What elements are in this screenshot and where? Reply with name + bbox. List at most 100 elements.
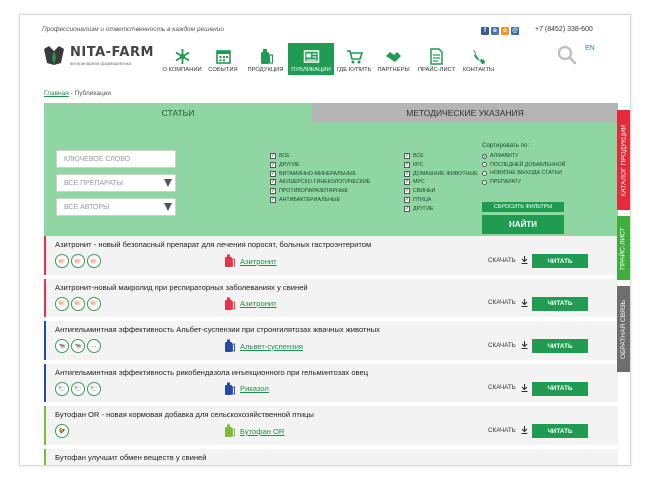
drug-group-checkbox[interactable]: ✓ ПРОТИВОПАРАЗИТАРНЫЕ <box>270 188 370 196</box>
download-label: СКАЧАТЬ <box>488 384 516 391</box>
nav-item-cart[interactable]: ГДЕ КУПИТЬ <box>334 43 374 75</box>
animal-checkbox-label: МРС <box>413 179 425 186</box>
find-button[interactable]: НАЙТИ <box>482 215 564 234</box>
download-icon <box>521 426 528 434</box>
nav-item-label: О КОМПАНИИ <box>162 67 202 73</box>
mail-icon[interactable]: @ <box>511 27 519 35</box>
drug-group-checkbox-label: ВСЕ <box>279 152 290 159</box>
animal-checkbox[interactable]: ✓ МРС <box>404 179 478 187</box>
drugs-select[interactable]: ВСЕ ПРЕПАРАТЫ <box>56 174 176 192</box>
tab-articles[interactable]: СТАТЬИ <box>44 103 312 122</box>
language-switch[interactable]: EN <box>585 45 595 52</box>
read-button[interactable]: ЧИТАТЬ <box>532 381 588 396</box>
drug-group-checkbox[interactable]: ✓ ВСЕ <box>270 152 370 160</box>
download-button[interactable]: СКАЧАТЬ <box>488 383 528 392</box>
animal-checkbox[interactable]: ✓ ДРУГИЕ <box>404 205 478 213</box>
product-name[interactable]: Бутофан OR <box>240 427 284 436</box>
read-button[interactable]: ЧИТАТЬ <box>532 296 588 311</box>
download-button[interactable]: СКАЧАТЬ <box>488 341 528 349</box>
keyword-input[interactable]: КЛЮЧЕВОЕ СЛОВО <box>56 150 176 168</box>
animal-checkbox[interactable]: ✓ ДОМАШНИЕ ЖИВОТНЫЕ <box>404 170 478 178</box>
read-button[interactable]: ЧИТАТЬ <box>532 424 588 438</box>
nav-item-bottle[interactable]: ПРОДУКЦИЯ <box>243 43 288 75</box>
odnoklassniki-icon[interactable]: о <box>501 27 509 35</box>
product-name[interactable]: Риказол <box>240 384 269 393</box>
product-link[interactable]: Альвет-суспензия <box>224 339 303 353</box>
facebook-icon[interactable]: f <box>481 27 489 35</box>
publication-title[interactable]: Азитронит-новый макролид при респираторн… <box>55 283 308 292</box>
animal-checkbox[interactable]: ✓ ПТИЦА <box>404 196 478 204</box>
product-bottle-icon <box>225 254 235 267</box>
reset-filters-button[interactable]: СБРОСИТЬ ФИЛЬТРЫ <box>482 202 564 212</box>
logo[interactable]: NITA-FARM ветеринарная фармацевтика <box>42 43 154 67</box>
tab-guidelines[interactable]: МЕТОДИЧЕСКИЕ УКАЗАНИЯ <box>312 103 618 122</box>
product-name[interactable]: Альвет-суспензия <box>240 342 303 351</box>
checkbox-icon: ✓ <box>404 197 410 204</box>
publication-row: Азитронит-новый макролид при респираторн… <box>44 278 618 317</box>
product-name[interactable]: Азитронит <box>240 257 277 266</box>
animal-checkbox-label: ДРУГИЕ <box>413 206 434 213</box>
download-label: СКАЧАТЬ <box>488 341 516 349</box>
social-links: f в о @ <box>481 27 519 35</box>
animal-checkbox-label: КРС <box>413 161 424 168</box>
nav-item-document[interactable]: ПРАЙС-ЛИСТ <box>413 43 460 75</box>
nav-item-calendar[interactable]: СОБЫТИЯ <box>203 43 243 75</box>
animal-checkbox[interactable]: ✓ ВСЕ <box>404 152 478 160</box>
sort-radio-label: НОВИЗНЕ ВЫХОДА СТАТЬИ <box>490 170 562 177</box>
search-icon[interactable] <box>557 45 577 65</box>
product-name[interactable]: Азитронит <box>240 299 277 308</box>
animal-checkbox[interactable]: ✓ СВИНЬИ <box>404 188 478 196</box>
drug-group-checkbox[interactable]: ✓ ВИТАМИННО-МИНЕРАЛЬНЫЕ <box>270 170 370 178</box>
sheep-icon: 🐑 <box>87 381 101 396</box>
download-label: СКАЧАТЬ <box>488 426 516 434</box>
side-tab[interactable]: ОБРАТНАЯ СВЯЗЬ <box>617 286 630 372</box>
publication-title[interactable]: Антигельминтная эффективность Альбет-сус… <box>55 325 380 334</box>
nav-item-phone[interactable]: КОНТАКТЫ <box>460 43 497 75</box>
drug-group-checkbox-label: АНТИБАКТЕРИАЛЬНЫЕ <box>279 197 341 204</box>
pig-icon: 🐖 <box>71 296 85 311</box>
animal-icons: 🐖 🐖 🐖 <box>55 254 101 268</box>
publication-title[interactable]: Бутофан OR - новая кормовая добавка для … <box>55 410 314 419</box>
product-link[interactable]: Риказол <box>224 382 269 396</box>
drug-group-checkbox[interactable]: ✓ АКУШЕРСКО-ГИНЕКОЛОГИЧЕСКИЕ <box>270 179 370 187</box>
drug-group-checkbox-label: ПРОТИВОПАРАЗИТАРНЫЕ <box>279 188 349 195</box>
publication-title[interactable]: Бутофан улучшит обмен веществ у свиней <box>55 453 207 462</box>
publication-title[interactable]: Азитронит - новый безопасный препарат дл… <box>55 240 371 249</box>
product-bottle-icon <box>225 297 235 310</box>
animal-icons: 🐑 🐑 🐑 <box>55 381 101 396</box>
publication-tabs: СТАТЬИ МЕТОДИЧЕСКИЕ УКАЗАНИЯ <box>44 103 618 122</box>
animal-checkbox[interactable]: ✓ КРС <box>404 161 478 169</box>
product-bottle-icon <box>225 382 235 395</box>
checkbox-icon: ✓ <box>270 188 276 195</box>
bottle-icon <box>261 49 274 64</box>
nav-item-label: ПАРТНЕРЫ <box>377 67 410 73</box>
download-button[interactable]: СКАЧАТЬ <box>488 256 528 264</box>
drug-group-checkbox[interactable]: ✓ ДРУГИЕ <box>270 161 370 169</box>
publication-title[interactable]: Антигельминтная эффективность рикобендаз… <box>55 368 368 377</box>
product-link[interactable]: Азитронит <box>224 297 277 311</box>
sheep-icon: 🐑 <box>55 381 69 396</box>
nav-item-handshake[interactable]: ПАРТНЕРЫ <box>374 43 413 75</box>
product-link[interactable]: Азитронит <box>224 254 277 268</box>
download-button[interactable]: СКАЧАТЬ <box>488 298 528 307</box>
nav-item-newspaper[interactable]: ПУБЛИКАЦИИ <box>288 43 334 75</box>
side-tab[interactable]: ПРАЙС-ЛИСТ <box>617 216 630 280</box>
sort-radio[interactable]: ПРЕПАРАТУ <box>482 178 565 187</box>
sort-radio[interactable]: НОВИЗНЕ ВЫХОДА СТАТЬИ <box>482 169 565 178</box>
checkbox-icon: ✓ <box>404 170 410 177</box>
pig-icon: 🐖 <box>87 296 101 311</box>
main-nav: О КОМПАНИИ СОБЫТИЯ ПРОДУКЦИЯ ПУБЛИКАЦИИ ГДЕ … <box>161 43 497 75</box>
breadcrumb-home[interactable]: Главная <box>44 90 69 97</box>
checkbox-icon: ✓ <box>404 206 410 213</box>
read-button[interactable]: ЧИТАТЬ <box>532 339 588 353</box>
authors-select[interactable]: ВСЕ АВТОРЫ <box>56 198 176 216</box>
sort-radio[interactable]: ПОСЛЕДНЕЙ ДОБАВЛЕННОЙ <box>482 161 565 170</box>
side-tab[interactable]: КАТАЛОГ ПРОДУКЦИИ <box>617 110 630 210</box>
vk-icon[interactable]: в <box>491 27 499 35</box>
product-link[interactable]: Бутофан OR <box>224 424 284 438</box>
sort-radio[interactable]: АЛФАВИТУ <box>482 152 565 161</box>
download-button[interactable]: СКАЧАТЬ <box>488 426 528 434</box>
nav-item-snowflake[interactable]: О КОМПАНИИ <box>161 43 203 75</box>
read-button[interactable]: ЧИТАТЬ <box>532 254 588 268</box>
drug-group-checkbox[interactable]: ✓ АНТИБАКТЕРИАЛЬНЫЕ <box>270 196 370 204</box>
